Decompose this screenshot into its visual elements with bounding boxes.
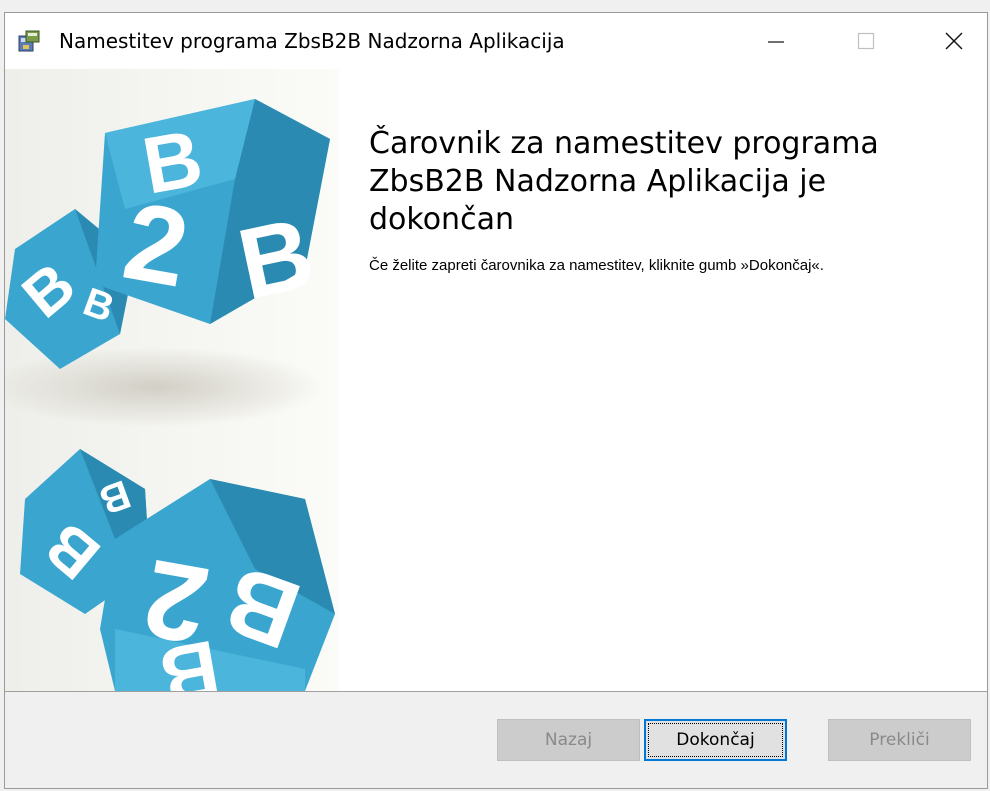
b2b-cubes-graphic: B B B 2 B B B 2 B B — [5, 99, 335, 691]
minimize-icon — [768, 41, 784, 43]
wizard-content: Čarovnik za namestitev programa ZbsB2B N… — [339, 69, 987, 691]
installer-icon — [18, 30, 40, 52]
back-button: Nazaj — [497, 719, 640, 761]
wizard-banner-image: B B B 2 B B B 2 B B — [5, 69, 339, 691]
minimize-button[interactable] — [741, 13, 811, 69]
maximize-icon — [857, 32, 875, 50]
maximize-button — [831, 13, 901, 69]
cancel-button: Prekliči — [828, 719, 971, 761]
close-button[interactable] — [919, 13, 989, 69]
completion-description: Če želite zapreti čarovnika za namestite… — [369, 257, 824, 274]
button-bar: Nazaj Dokončaj Prekliči — [5, 691, 987, 788]
completion-heading: Čarovnik za namestitev programa ZbsB2B N… — [369, 126, 879, 237]
title-bar[interactable]: Namestitev programa ZbsB2B Nadzorna Apli… — [5, 13, 987, 69]
finish-button[interactable]: Dokončaj — [644, 719, 787, 761]
window-title: Namestitev programa ZbsB2B Nadzorna Apli… — [59, 29, 565, 53]
installer-window: Namestitev programa ZbsB2B Nadzorna Apli… — [4, 12, 988, 789]
close-icon — [945, 32, 963, 50]
